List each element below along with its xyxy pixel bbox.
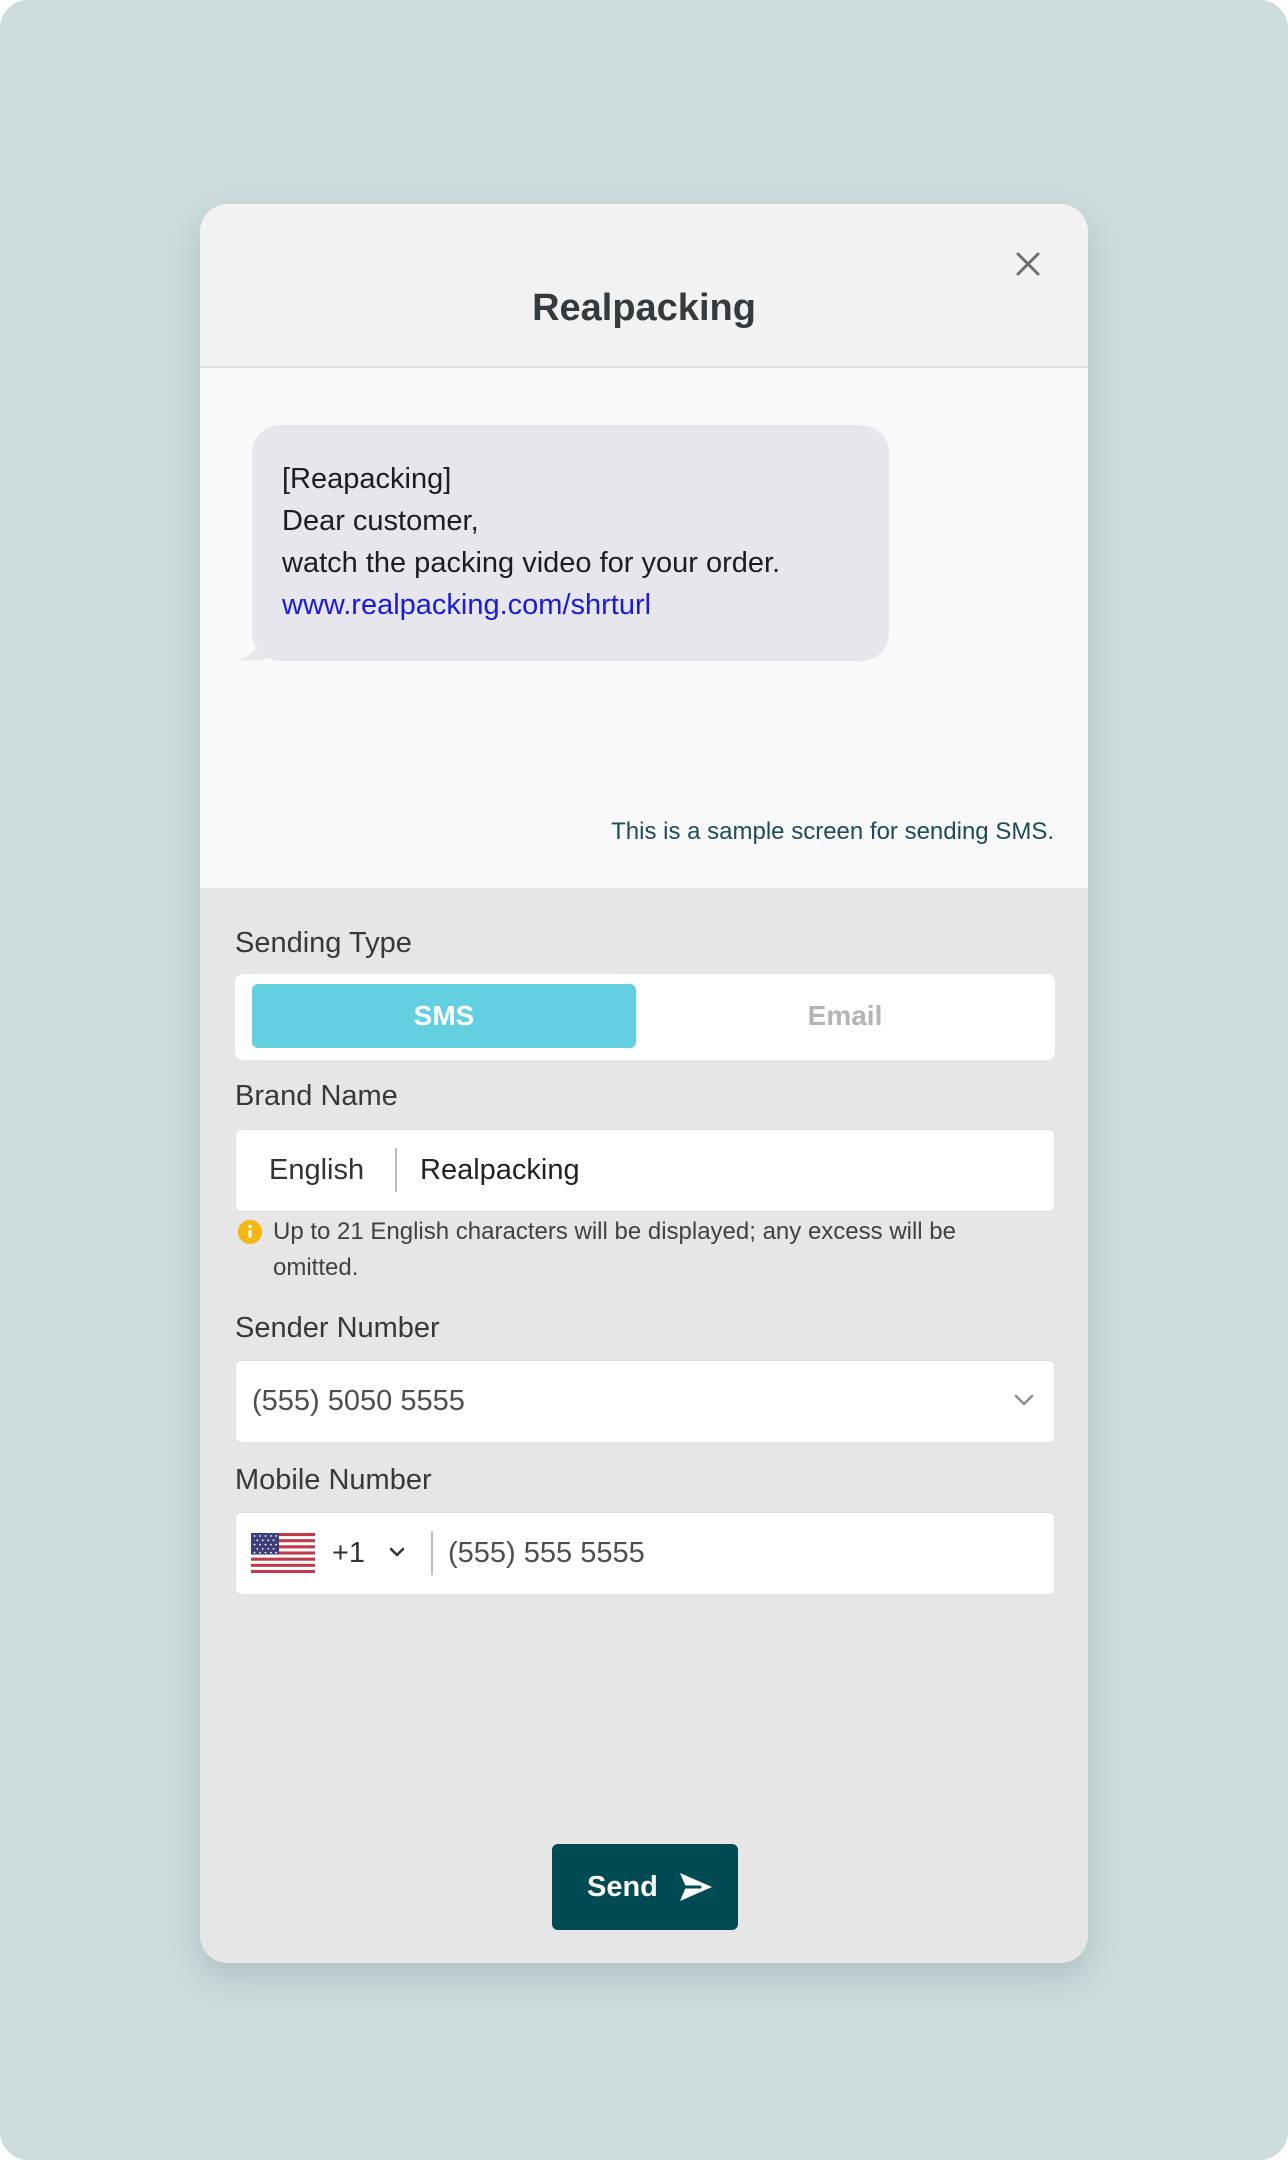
info-icon <box>238 1220 262 1244</box>
email-option[interactable]: Email <box>653 984 1037 1048</box>
sending-type-toggle: SMS Email <box>235 974 1055 1060</box>
modal-header: Realpacking <box>200 204 1088 368</box>
divider <box>395 1148 397 1192</box>
send-icon <box>680 1873 712 1901</box>
sender-number-label: Sender Number <box>235 1312 440 1344</box>
brand-language: English <box>269 1154 365 1186</box>
page-background: Realpacking [Reapacking] Dear customer, … <box>0 0 1288 2160</box>
us-flag-icon <box>251 1533 315 1573</box>
message-line: watch the packing video for your order. <box>282 547 781 579</box>
brand-name-help: Up to 21 English characters will be disp… <box>273 1218 957 1281</box>
divider <box>431 1531 433 1575</box>
sms-modal: Realpacking [Reapacking] Dear customer, … <box>200 204 1088 1963</box>
sender-number-value: (555) 5050 5555 <box>252 1385 465 1417</box>
brand-name-input[interactable]: Realpacking <box>420 1130 1020 1211</box>
country-chevron-icon[interactable] <box>388 1546 406 1560</box>
brand-name-label: Brand Name <box>235 1080 398 1112</box>
sms-bubble: [Reapacking] Dear customer, watch the pa… <box>252 425 889 661</box>
country-code[interactable]: +1 <box>332 1513 365 1594</box>
send-label: Send <box>587 1871 658 1903</box>
mobile-number-input[interactable]: (555) 555 5555 <box>448 1513 645 1594</box>
brand-name-field[interactable]: English Realpacking <box>235 1129 1055 1212</box>
close-button[interactable] <box>1008 244 1048 284</box>
send-button[interactable]: Send <box>552 1844 738 1930</box>
mobile-number-label: Mobile Number <box>235 1464 432 1496</box>
mobile-number-field[interactable]: +1 (555) 555 5555 <box>235 1512 1055 1595</box>
message-line: Dear customer, <box>282 505 479 537</box>
sample-note: This is a sample screen for sending SMS. <box>611 818 1054 845</box>
message-link[interactable]: www.realpacking.com/shrturl <box>282 589 651 621</box>
sending-type-label: Sending Type <box>235 927 412 959</box>
modal-title: Realpacking <box>532 287 756 329</box>
chevron-down-icon <box>1014 1394 1034 1406</box>
close-icon <box>1016 252 1040 276</box>
sender-number-select[interactable]: (555) 5050 5555 <box>235 1360 1055 1443</box>
message-preview: [Reapacking] Dear customer, watch the pa… <box>200 368 1088 888</box>
sms-option[interactable]: SMS <box>252 984 636 1048</box>
message-line: [Reapacking] <box>282 463 452 495</box>
